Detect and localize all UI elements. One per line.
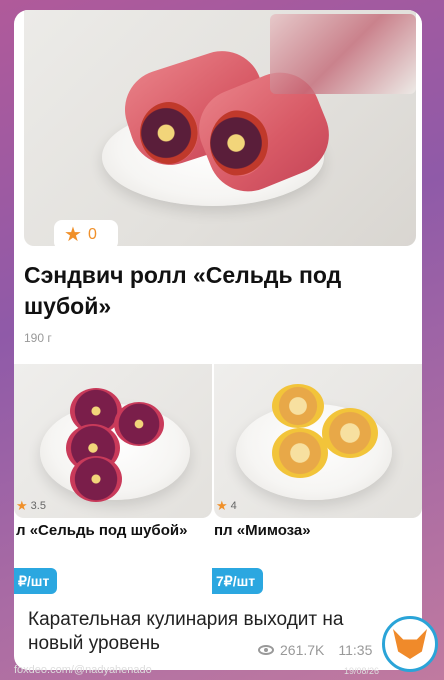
product-card-mimosa[interactable] (214, 364, 422, 518)
star-icon: ★ (64, 224, 82, 246)
eye-icon (258, 645, 274, 655)
star-icon: ★ (16, 498, 28, 513)
packaged-roll (270, 14, 416, 94)
rating-badge: ★ 0 (54, 220, 118, 250)
card-name-mimosa: пл «Мимоза» (214, 522, 311, 539)
card-rating-mimosa: ★ 4 (216, 498, 237, 513)
roll-slice (70, 456, 122, 502)
roll-slice (272, 384, 324, 428)
wrap-cut-left (140, 102, 198, 164)
product-card-herring[interactable] (14, 364, 212, 518)
rating-value: 0 (87, 226, 97, 243)
hero-image[interactable] (24, 10, 416, 246)
product-weight: 190 г (24, 331, 52, 345)
wrap-cut-right (210, 110, 268, 176)
card-rating-herring: ★ 3.5 (16, 498, 46, 513)
product-title: Сэндвич ролл «Сельдь под шубой» (24, 262, 342, 319)
fox-head (393, 629, 427, 659)
roll-slice (114, 402, 164, 446)
star-icon: ★ (216, 498, 228, 513)
card-name-herring: л «Сельдь под шубой» (16, 522, 188, 539)
watermark-text: foxdeo.com/@nadyahenado (14, 664, 152, 676)
message-meta: 261.7K 11:35 (258, 642, 372, 658)
price-button-herring[interactable]: ₽/шт (14, 568, 58, 594)
price-button-mimosa[interactable]: 7₽/шт (212, 568, 264, 594)
roll-slice (322, 408, 378, 458)
watermark-date: 19/08/26 (344, 666, 380, 676)
view-count: 261.7K (280, 642, 325, 658)
message-bubble: ★ 0 Сэндвич ролл «Сельдь под шубой» 190 … (14, 10, 422, 670)
fox-avatar-icon[interactable] (382, 616, 438, 672)
roll-slice (272, 428, 328, 478)
message-time: 11:35 (338, 642, 373, 658)
